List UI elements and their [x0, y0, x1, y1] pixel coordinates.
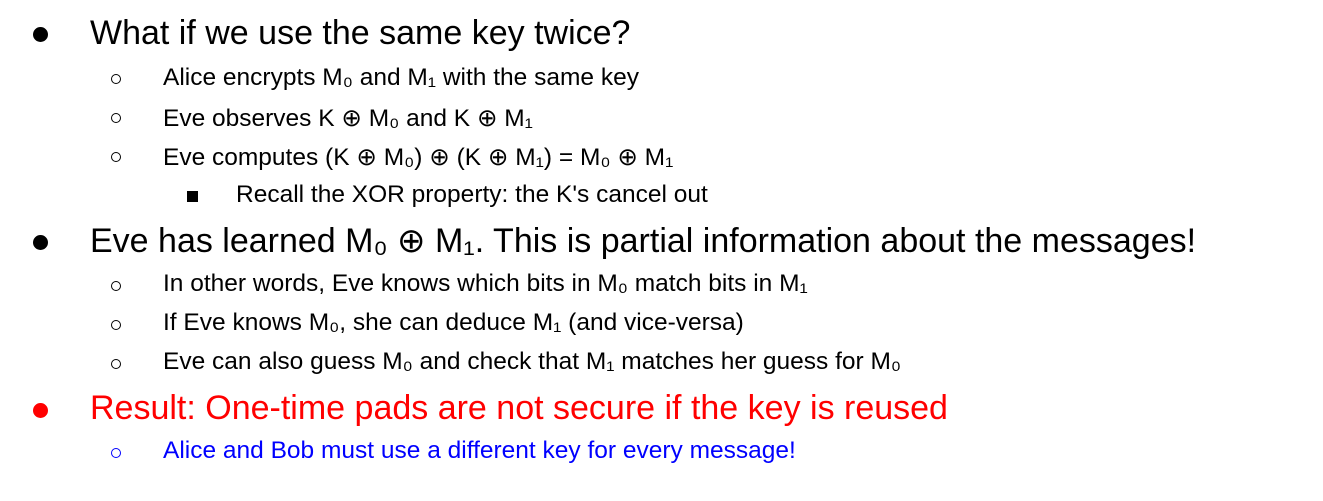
- bullet-text: In other words, Eve knows which bits in …: [163, 270, 808, 297]
- bullet-level2-alice-encrypts: Alice encrypts M₀ and M₁ with the same k…: [163, 64, 639, 92]
- bullet-text: Eve has learned M₀ ⊕ M₁. This is partial…: [90, 222, 1197, 260]
- bullet-text: Eve computes (K ⊕ M₀) ⊕ (K ⊕ M₁) = M₀ ⊕ …: [163, 144, 674, 171]
- hollow-circle-bullet-icon: [111, 359, 121, 369]
- hollow-circle-bullet-icon: [111, 320, 121, 330]
- bullet-text: If Eve knows M₀, she can deduce M₁ (and …: [163, 309, 744, 336]
- bullet-text: Result: One-time pads are not secure if …: [90, 389, 948, 427]
- bullet-level2-eve-observes: Eve observes K ⊕ M₀ and K ⊕ M₁: [163, 103, 533, 133]
- hollow-circle-bullet-icon: [111, 113, 121, 123]
- bullet-text: Alice encrypts M₀ and M₁ with the same k…: [163, 64, 639, 91]
- bullet-text: Alice and Bob must use a different key f…: [163, 437, 796, 464]
- hollow-circle-bullet-icon: [111, 448, 121, 458]
- filled-circle-bullet-icon: [33, 27, 48, 42]
- bullet-level2-alice-and-bob: Alice and Bob must use a different key f…: [163, 437, 796, 465]
- bullet-text: Eve can also guess M₀ and check that M₁ …: [163, 348, 902, 375]
- hollow-circle-bullet-icon: [111, 281, 121, 291]
- bullet-text: What if we use the same key twice?: [90, 14, 631, 52]
- bullet-level2-if-eve-knows: If Eve knows M₀, she can deduce M₁ (and …: [163, 309, 744, 337]
- hollow-circle-bullet-icon: [111, 152, 121, 162]
- hollow-circle-bullet-icon: [111, 74, 121, 84]
- bullet-level2-eve-can-guess: Eve can also guess M₀ and check that M₁ …: [163, 348, 901, 376]
- bullet-level2-in-other-words: In other words, Eve knows which bits in …: [163, 270, 808, 298]
- filled-square-bullet-icon: [187, 191, 198, 202]
- filled-circle-bullet-icon: [33, 403, 48, 418]
- bullet-level1-twice: What if we use the same key twice?: [90, 14, 630, 53]
- bullet-text: Recall the XOR property: the K's cancel …: [236, 181, 708, 208]
- bullet-text: Eve observes K ⊕ M₀ and K ⊕ M₁: [163, 105, 533, 132]
- bullet-level1-eve-learned: Eve has learned M₀ ⊕ M₁. This is partial…: [90, 221, 1196, 261]
- bullet-level1-result: Result: One-time pads are not secure if …: [90, 389, 948, 428]
- filled-circle-bullet-icon: [33, 235, 48, 250]
- bullet-level3-xor-property: Recall the XOR property: the K's cancel …: [236, 181, 708, 209]
- bullet-level2-eve-computes: Eve computes (K ⊕ M₀) ⊕ (K ⊕ M₁) = M₀ ⊕ …: [163, 142, 673, 172]
